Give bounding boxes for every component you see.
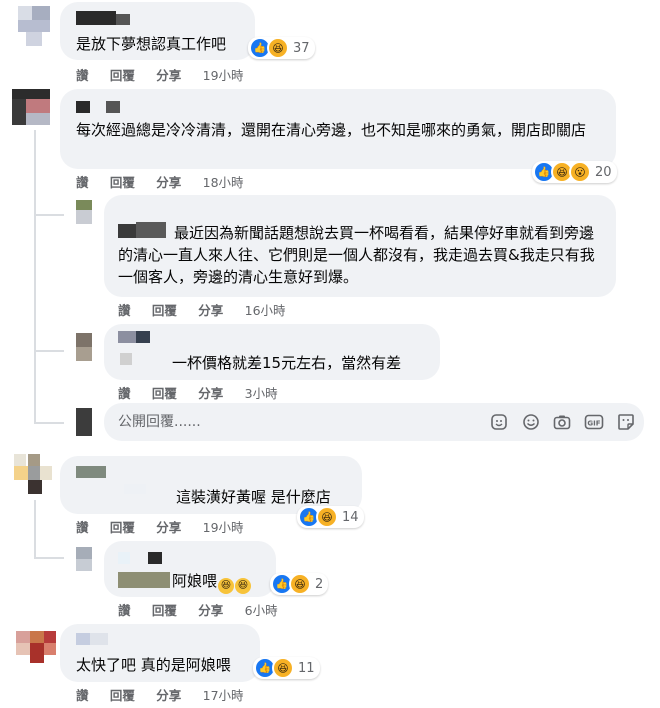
like-button[interactable]: 讚 (76, 517, 89, 536)
reaction-count: 14 (342, 509, 359, 525)
comment-actions: 讚 回覆 分享 18小時 (76, 172, 244, 191)
reply-button[interactable]: 回覆 (152, 383, 177, 402)
like-button[interactable]: 讚 (76, 172, 89, 191)
haha-icon: 😆 (272, 657, 294, 679)
reaction-summary[interactable]: 👍 😆 14 (297, 506, 364, 528)
comment-text: 太快了吧 真的是阿娘喂 (76, 656, 231, 674)
like-button[interactable]: 讚 (76, 685, 89, 704)
like-button[interactable]: 讚 (118, 600, 131, 619)
reply-button[interactable]: 回覆 (110, 172, 135, 191)
share-button[interactable]: 分享 (156, 172, 181, 191)
reply-actions: 讚 回覆 分享 6小時 (118, 600, 278, 619)
reply-button[interactable]: 回覆 (152, 600, 177, 619)
avatar[interactable] (76, 200, 92, 224)
reply-button[interactable]: 回覆 (110, 517, 135, 536)
laughing-emoji-icon: 😆 (218, 578, 235, 594)
comment-actions: 讚 回覆 分享 19小時 (76, 65, 244, 84)
share-button[interactable]: 分享 (198, 383, 223, 402)
commenter-name[interactable] (118, 331, 168, 365)
timestamp[interactable]: 18小時 (203, 172, 244, 191)
share-button[interactable]: 分享 (198, 600, 223, 619)
commenter-name[interactable] (76, 101, 121, 113)
reply-text: 阿娘喂 😆 😆 (172, 570, 252, 594)
svg-text:GIF: GIF (587, 420, 600, 428)
reply-actions: 讚 回覆 分享 16小時 (118, 300, 286, 319)
timestamp[interactable]: 17小時 (203, 685, 244, 704)
thread-branch (34, 214, 64, 216)
comment-text: 是放下夢想認真工作吧 (76, 35, 227, 53)
timestamp[interactable]: 19小時 (203, 517, 244, 536)
reaction-count: 11 (298, 660, 315, 676)
sticker-face-icon[interactable] (615, 411, 637, 433)
reply-text-content: 阿娘喂 (172, 572, 218, 590)
thread-branch (34, 350, 64, 352)
reply-button[interactable]: 回覆 (152, 300, 177, 319)
reaction-count: 37 (293, 40, 310, 56)
comment-actions: 讚 回覆 分享 19小時 (76, 517, 244, 536)
comment-actions: 讚 回覆 分享 17小時 (76, 685, 244, 704)
timestamp[interactable]: 6小時 (245, 600, 278, 619)
share-button[interactable]: 分享 (156, 517, 181, 536)
laughing-emoji-icon: 😆 (235, 578, 252, 594)
avatar[interactable] (16, 631, 56, 663)
avatar[interactable] (76, 333, 92, 361)
avatar (76, 408, 92, 436)
wow-icon: 😮 (569, 161, 591, 183)
commenter-name[interactable] (76, 466, 146, 496)
haha-icon: 😆 (267, 37, 289, 59)
thread-line (34, 130, 36, 424)
like-button[interactable]: 讚 (118, 383, 131, 402)
share-button[interactable]: 分享 (156, 685, 181, 704)
reply-actions: 讚 回覆 分享 3小時 (118, 383, 278, 402)
reply-button[interactable]: 回覆 (110, 65, 135, 84)
reaction-summary[interactable]: 👍 😆 37 (248, 37, 315, 59)
commenter-name[interactable] (76, 11, 131, 25)
avatar[interactable] (12, 89, 50, 125)
timestamp[interactable]: 19小時 (203, 65, 244, 84)
like-button[interactable]: 讚 (76, 65, 89, 84)
reply-placeholder: 公開回覆...... (118, 414, 201, 430)
emoji-icon[interactable] (520, 411, 542, 433)
share-button[interactable]: 分享 (156, 65, 181, 84)
comment-text: 這裝潢好黃喔 是什麼店 (176, 488, 331, 506)
share-button[interactable]: 分享 (198, 300, 223, 319)
commenter-name[interactable] (76, 633, 126, 645)
timestamp[interactable]: 3小時 (245, 383, 278, 402)
sticker-icon[interactable] (488, 411, 510, 433)
reply-text: 最近因為新聞話題想說去買一杯喝看看，結果停好車就看到旁邊的清心一直人來人往、它們… (118, 224, 595, 286)
reaction-count: 2 (315, 576, 324, 592)
avatar[interactable] (18, 6, 50, 46)
reply-button[interactable]: 回覆 (110, 685, 135, 704)
gif-icon[interactable]: GIF (583, 411, 605, 433)
reaction-count: 20 (595, 164, 612, 180)
avatar[interactable] (76, 547, 92, 571)
like-button[interactable]: 讚 (118, 300, 131, 319)
comment-text: 每次經過總是冷冷清清，還開在清心旁邊，也不知是哪來的勇氣，開店即關店 (76, 121, 587, 139)
reaction-summary[interactable]: 👍 😆 11 (253, 657, 320, 679)
camera-icon[interactable] (551, 411, 573, 433)
reply-text: 一杯價格就差15元左右，當然有差 (172, 354, 402, 372)
thread-line (34, 500, 36, 558)
avatar[interactable] (14, 454, 52, 494)
haha-icon: 😆 (289, 573, 311, 595)
reaction-summary[interactable]: 👍 😆 2 (270, 573, 329, 595)
thread-branch (34, 422, 64, 424)
haha-icon: 😆 (316, 506, 338, 528)
commenter-name[interactable] (118, 552, 170, 590)
reaction-summary[interactable]: 👍 😆 😮 20 (532, 161, 617, 183)
timestamp[interactable]: 16小時 (245, 300, 286, 319)
thread-branch (34, 557, 64, 559)
